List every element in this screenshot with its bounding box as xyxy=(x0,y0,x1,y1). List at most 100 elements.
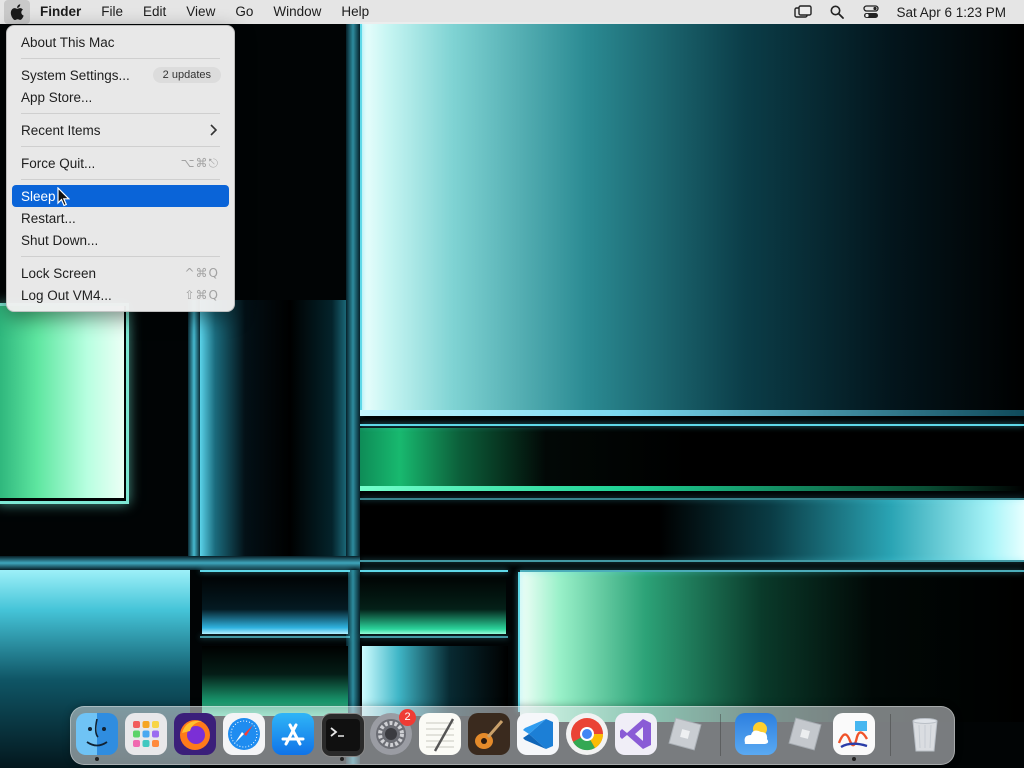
dock-app-app-store[interactable] xyxy=(272,713,314,755)
menu-separator xyxy=(21,179,220,180)
wallpaper-line xyxy=(360,498,1024,500)
menu-separator xyxy=(21,146,220,147)
wallpaper-line xyxy=(360,424,1024,426)
menu-item-about-this-mac[interactable]: About This Mac xyxy=(12,31,229,53)
roblox-studio-icon xyxy=(788,717,822,751)
wallpaper-bar xyxy=(346,24,360,764)
dock-app-weather[interactable] xyxy=(735,713,777,755)
wallpaper-line xyxy=(360,570,508,572)
visual-studio-icon xyxy=(620,719,651,749)
menu-separator xyxy=(21,256,220,257)
dock-app-safari[interactable] xyxy=(223,713,265,755)
menu-go[interactable]: Go xyxy=(225,0,263,24)
running-indicator xyxy=(340,757,344,761)
menu-item-shut-down[interactable]: Shut Down... xyxy=(12,229,229,251)
keyboard-shortcut: ⌥⌘⎋ xyxy=(180,155,219,170)
menu-item-label: About This Mac xyxy=(21,34,115,50)
dock-app-roblox-studio[interactable] xyxy=(784,713,826,755)
dock-divider xyxy=(720,714,721,756)
apple-menu-dropdown: About This Mac System Settings... 2 upda… xyxy=(6,25,235,312)
dock-app-textedit[interactable] xyxy=(419,713,461,755)
menu-item-label: Sleep xyxy=(21,188,56,204)
menu-bar: Finder File Edit View Go Window Help Sat… xyxy=(0,0,1024,24)
wallpaper-line xyxy=(520,570,1024,572)
menu-separator xyxy=(21,113,220,114)
menu-edit[interactable]: Edit xyxy=(133,0,176,24)
menu-item-label: App Store... xyxy=(21,89,93,105)
menu-item-recent-items[interactable]: Recent Items xyxy=(12,119,229,141)
wallpaper-bar xyxy=(0,556,360,570)
dock-app-garageband[interactable] xyxy=(468,713,510,755)
menu-item-label: System Settings... xyxy=(21,67,130,83)
wallpaper-panel xyxy=(520,572,1024,722)
launchpad-icon xyxy=(133,721,159,747)
menu-item-label: Force Quit... xyxy=(21,155,96,171)
menu-item-force-quit[interactable]: Force Quit... ⌥⌘⎋ xyxy=(12,152,229,174)
updates-badge: 2 updates xyxy=(152,67,221,83)
textedit-document-icon xyxy=(426,718,455,752)
app-store-icon xyxy=(281,723,305,746)
menu-help[interactable]: Help xyxy=(331,0,379,24)
menu-item-label: Shut Down... xyxy=(21,232,99,248)
menu-window[interactable]: Window xyxy=(263,0,331,24)
apple-logo-icon xyxy=(10,4,24,20)
dock-app-finder[interactable] xyxy=(76,713,118,755)
dock-app-freeform[interactable] xyxy=(833,713,875,755)
weather-cloud-icon xyxy=(744,722,769,744)
dock-app-launchpad[interactable] xyxy=(125,713,167,755)
safari-compass-icon xyxy=(228,718,260,750)
dock-app-terminal[interactable] xyxy=(321,713,365,757)
freeform-icon xyxy=(837,721,869,749)
menu-item-restart[interactable]: Restart... xyxy=(12,207,229,229)
chevron-right-icon xyxy=(210,124,217,136)
wallpaper-line xyxy=(200,570,350,572)
wallpaper-panel xyxy=(360,22,1024,415)
terminal-icon xyxy=(326,719,360,751)
roblox-icon xyxy=(668,717,702,751)
wallpaper-line xyxy=(360,486,1024,491)
control-center-icon[interactable] xyxy=(854,0,888,24)
dock-app-vscode[interactable] xyxy=(517,713,559,755)
menu-item-label: Lock Screen xyxy=(21,265,97,281)
menu-item-app-store[interactable]: App Store... xyxy=(12,86,229,108)
spotlight-search-icon[interactable] xyxy=(820,0,854,24)
dock-app-roblox[interactable] xyxy=(664,713,706,755)
menu-item-log-out[interactable]: Log Out VM4... ⇧⌘Q xyxy=(12,284,229,306)
wallpaper-panel xyxy=(360,500,1024,560)
menu-item-system-settings[interactable]: System Settings... 2 updates xyxy=(12,64,229,86)
wallpaper-line xyxy=(356,410,1024,416)
wallpaper-line xyxy=(200,636,350,638)
vscode-icon xyxy=(523,719,553,749)
finder-icon xyxy=(86,718,108,747)
menu-item-label: Log Out VM4... xyxy=(21,287,112,303)
wallpaper-line xyxy=(360,560,1024,562)
menu-view[interactable]: View xyxy=(176,0,225,24)
keyboard-shortcut: ⇧⌘Q xyxy=(184,288,219,302)
dock-app-visual-studio[interactable] xyxy=(615,713,657,755)
dock-app-trash[interactable] xyxy=(904,713,946,755)
menu-item-label: Restart... xyxy=(21,210,76,226)
dock-divider xyxy=(890,714,891,756)
firefox-icon xyxy=(180,720,210,750)
screen-mirroring-icon[interactable] xyxy=(786,0,820,24)
menu-separator xyxy=(21,58,220,59)
apple-menu-button[interactable] xyxy=(4,0,30,24)
wallpaper-line xyxy=(518,572,520,712)
mouse-pointer-icon xyxy=(57,187,70,207)
wallpaper-frame xyxy=(0,303,129,504)
dock-app-chrome[interactable] xyxy=(566,713,608,755)
wallpaper-panel xyxy=(200,300,350,558)
menu-item-lock-screen[interactable]: Lock Screen ^⌘Q xyxy=(12,262,229,284)
menu-app-name[interactable]: Finder xyxy=(30,0,91,24)
menu-clock[interactable]: Sat Apr 6 1:23 PM xyxy=(888,5,1024,20)
wallpaper-bar xyxy=(188,300,200,560)
wallpaper-panel xyxy=(202,572,348,634)
dock-app-firefox[interactable] xyxy=(174,713,216,755)
menu-file[interactable]: File xyxy=(91,0,133,24)
guitar-icon xyxy=(475,720,504,749)
trash-icon xyxy=(912,718,938,752)
menu-item-label: Recent Items xyxy=(21,122,101,138)
notification-badge: 2 xyxy=(399,709,416,726)
keyboard-shortcut: ^⌘Q xyxy=(184,266,219,280)
menu-item-sleep[interactable]: Sleep xyxy=(12,185,229,207)
